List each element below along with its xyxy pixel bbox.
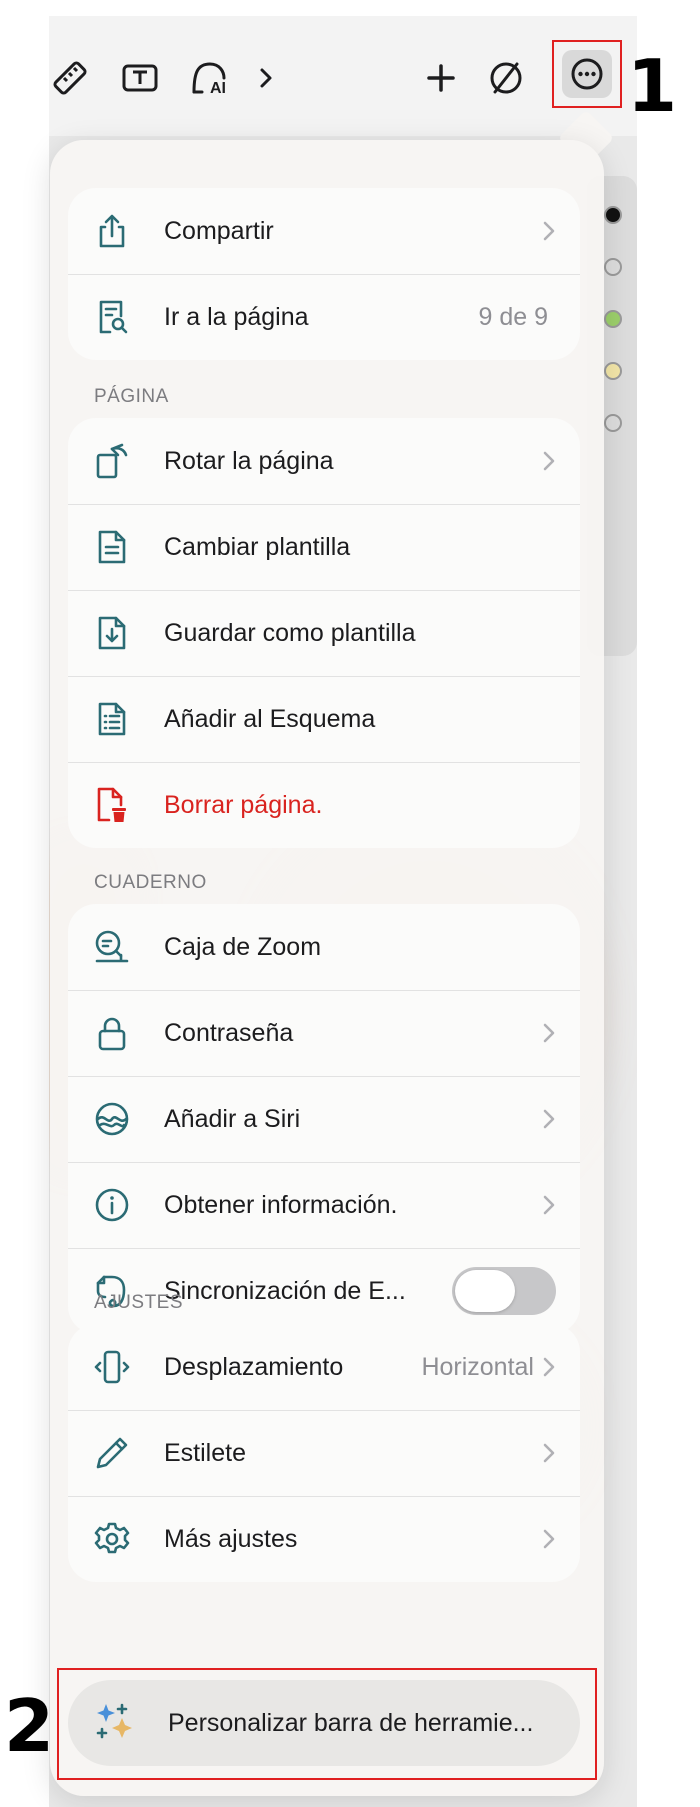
chevron-right-icon	[543, 451, 555, 471]
page-indicator: 9 de 9	[478, 302, 548, 331]
plus-icon[interactable]	[425, 56, 457, 100]
scroll-direction-value: Horizontal	[421, 1352, 534, 1381]
color-swatch[interactable]	[604, 310, 622, 328]
stylus-item[interactable]: Estilete	[68, 1410, 580, 1496]
color-swatch[interactable]	[604, 258, 622, 276]
siri-icon	[92, 1099, 132, 1139]
ai-assistant-icon[interactable]: AI	[188, 56, 236, 100]
chevron-right-icon	[543, 1109, 555, 1129]
delete-page-item[interactable]: Borrar página.	[68, 762, 580, 848]
evernote-sync-label: Sincronización de E...	[164, 1276, 406, 1305]
more-settings-label: Más ajustes	[164, 1524, 298, 1553]
share-icon	[92, 211, 132, 251]
more-button[interactable]	[552, 40, 622, 108]
rotate-page-label: Rotar la página	[164, 446, 334, 475]
get-info-item[interactable]: Obtener información.	[68, 1162, 580, 1248]
change-template-item[interactable]: Cambiar plantilla	[68, 504, 580, 590]
save-template-icon	[92, 613, 132, 653]
more-menu-popover: Compartir Ir a la página 9 de 9 PÁGINA R…	[50, 140, 604, 1796]
menu-group-notebook: Caja de Zoom Contraseña Añadir a Siri Ob…	[68, 904, 580, 1334]
get-info-label: Obtener información.	[164, 1190, 398, 1219]
zoom-box-label: Caja de Zoom	[164, 932, 322, 961]
lock-icon	[92, 1013, 132, 1053]
save-as-template-label: Guardar como plantilla	[164, 618, 416, 647]
color-swatch[interactable]	[604, 414, 622, 432]
chevron-right-icon	[543, 1529, 555, 1549]
section-header-page: PÁGINA	[94, 386, 169, 407]
color-swatch[interactable]	[604, 206, 622, 224]
stylus-label: Estilete	[164, 1438, 246, 1467]
zoom-box-item[interactable]: Caja de Zoom	[68, 904, 580, 990]
chevron-right-icon	[543, 1443, 555, 1463]
more-icon	[571, 58, 603, 90]
template-icon	[92, 527, 132, 567]
password-item[interactable]: Contraseña	[68, 990, 580, 1076]
menu-group-settings: Desplazamiento Horizontal Estilete Más a…	[68, 1324, 580, 1582]
zoom-box-icon	[92, 927, 132, 967]
save-as-template-item[interactable]: Guardar como plantilla	[68, 590, 580, 676]
share-item[interactable]: Compartir	[68, 188, 580, 274]
annotation-step-2: 2	[4, 1684, 55, 1768]
chevron-right-icon	[543, 1195, 555, 1215]
color-swatch[interactable]	[604, 362, 622, 380]
add-to-outline-item[interactable]: Añadir al Esquema	[68, 676, 580, 762]
section-header-notebook: CUADERNO	[94, 872, 207, 893]
delete-page-icon	[92, 785, 132, 825]
evernote-sync-toggle[interactable]	[452, 1267, 556, 1315]
ruler-icon[interactable]	[50, 56, 90, 100]
toggle-knob	[455, 1270, 515, 1312]
scroll-device-icon	[92, 1347, 132, 1387]
evernote-sync-item: Sincronización de E...	[68, 1248, 580, 1334]
chevron-right-icon[interactable]	[256, 56, 276, 100]
password-label: Contraseña	[164, 1018, 294, 1047]
share-label: Compartir	[164, 216, 274, 245]
add-to-outline-label: Añadir al Esquema	[164, 704, 376, 733]
annotation-step-1: 1	[627, 44, 678, 128]
rotate-page-icon	[92, 441, 132, 481]
no-selection-icon[interactable]	[487, 56, 525, 100]
annotation-highlight-box	[57, 1668, 597, 1780]
add-to-siri-label: Añadir a Siri	[164, 1104, 301, 1133]
chevron-right-icon	[543, 221, 555, 241]
scroll-direction-item[interactable]: Desplazamiento Horizontal	[68, 1324, 580, 1410]
menu-group-page: Rotar la página Cambiar plantilla Guarda…	[68, 418, 580, 848]
text-box-icon[interactable]	[120, 56, 160, 100]
add-to-siri-item[interactable]: Añadir a Siri	[68, 1076, 580, 1162]
more-settings-item[interactable]: Más ajustes	[68, 1496, 580, 1582]
menu-group-general: Compartir Ir a la página 9 de 9	[68, 188, 580, 360]
delete-page-label: Borrar página.	[164, 790, 323, 819]
change-template-label: Cambiar plantilla	[164, 532, 351, 561]
goto-page-item[interactable]: Ir a la página 9 de 9	[68, 274, 580, 360]
chevron-right-icon	[543, 1023, 555, 1043]
page-search-icon	[92, 297, 132, 337]
gear-icon	[92, 1519, 132, 1559]
scroll-direction-label: Desplazamiento	[164, 1352, 344, 1381]
section-header-settings: AJUSTES	[94, 1292, 184, 1313]
rotate-page-item[interactable]: Rotar la página	[68, 418, 580, 504]
outline-icon	[92, 699, 132, 739]
ai-label: AI	[210, 80, 226, 97]
pencil-icon	[92, 1433, 132, 1473]
info-icon	[92, 1185, 132, 1225]
goto-page-label: Ir a la página	[164, 302, 309, 331]
chevron-right-icon	[543, 1357, 555, 1377]
